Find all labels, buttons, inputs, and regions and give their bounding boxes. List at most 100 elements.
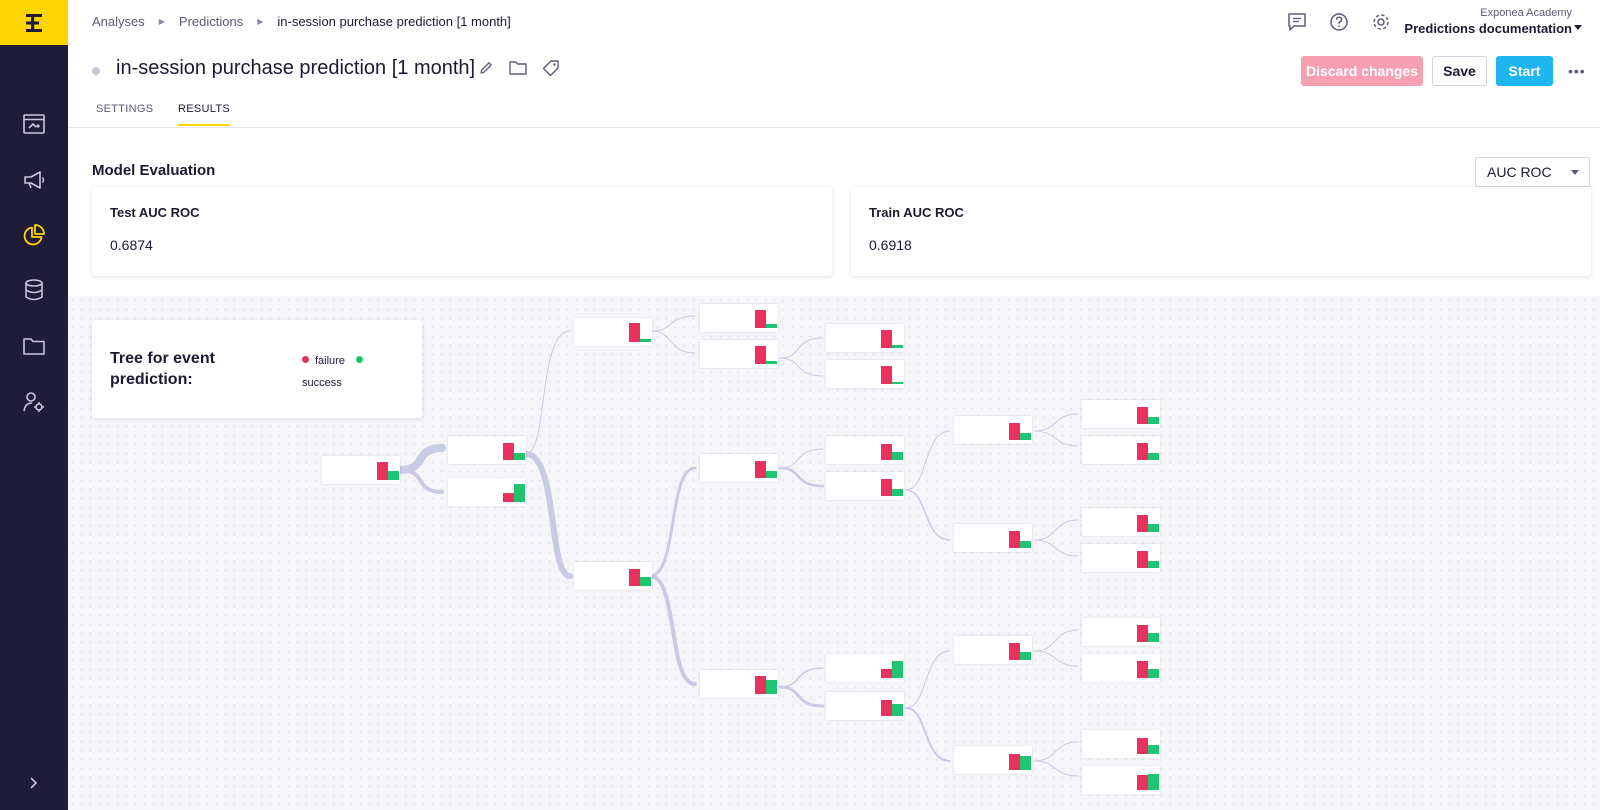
legend-failure: failure (315, 355, 345, 367)
tree-node[interactable] (826, 324, 904, 352)
tree-node[interactable] (1082, 618, 1160, 646)
folder-icon[interactable] (508, 59, 528, 82)
tree-link (1033, 760, 1079, 777)
tree-link (779, 357, 824, 377)
tree-node[interactable] (700, 670, 778, 698)
tree-node[interactable] (700, 304, 778, 332)
tree-node[interactable] (954, 636, 1032, 664)
tree-node[interactable] (1082, 544, 1160, 572)
nav-dashboards[interactable] (0, 104, 68, 144)
test-auc-card: Test AUC ROC 0.6874 (92, 187, 832, 276)
tree-node[interactable] (322, 456, 400, 484)
tree-node[interactable] (448, 478, 526, 506)
tree-link (651, 315, 696, 332)
decision-tree-canvas[interactable]: Tree for event prediction: failure succe… (68, 296, 1600, 810)
database-icon (25, 279, 43, 301)
discard-changes-button[interactable]: Discard changes (1301, 56, 1423, 86)
tree-link (648, 466, 697, 578)
tree-link (778, 685, 825, 708)
pie-chart-icon (23, 224, 45, 246)
tree-link (1033, 430, 1079, 447)
success-dot-icon (356, 356, 364, 363)
folder-icon (23, 338, 45, 355)
breadcrumb-predictions[interactable]: Predictions (179, 14, 243, 29)
logo-icon (26, 13, 42, 32)
tab-settings[interactable]: SETTINGS (96, 103, 153, 124)
chevron-right-icon (30, 777, 38, 789)
chevron-down-icon[interactable] (1574, 25, 1582, 30)
legend-success: success (302, 377, 342, 389)
tree-link (651, 330, 696, 354)
nav-customers[interactable] (0, 382, 68, 422)
tree-link (1033, 519, 1079, 541)
tree-link (779, 337, 824, 359)
tree-node[interactable] (1082, 654, 1160, 682)
tree-link (778, 466, 825, 488)
tree-legend-title: Tree for event prediction: (110, 350, 215, 388)
train-auc-card: Train AUC ROC 0.6918 (851, 187, 1591, 276)
nav-analyses[interactable] (0, 215, 68, 255)
start-button[interactable]: Start (1496, 56, 1553, 86)
status-dot (92, 67, 100, 75)
tree-node[interactable] (826, 360, 904, 388)
tree-node[interactable] (826, 436, 904, 464)
tree-link (1033, 741, 1079, 762)
tree-link (1033, 650, 1079, 667)
tree-node[interactable] (826, 692, 904, 720)
chat-icon[interactable] (1286, 11, 1308, 33)
tag-icon[interactable] (542, 59, 560, 82)
tree-node[interactable] (1082, 730, 1160, 758)
tree-node[interactable] (954, 524, 1032, 552)
tree-link (905, 430, 951, 491)
exponea-logo[interactable] (0, 0, 68, 45)
tree-link (905, 707, 951, 762)
breadcrumb: Analyses ▶ Predictions ▶ in-session purc… (92, 14, 511, 29)
tree-node[interactable] (1082, 508, 1160, 536)
tree-link (396, 444, 446, 474)
tree-link (905, 650, 951, 709)
tree-node[interactable] (1082, 400, 1160, 428)
tree-node[interactable] (700, 340, 778, 368)
megaphone-icon (24, 171, 45, 189)
tree-link (779, 667, 824, 688)
help-icon[interactable] (1328, 11, 1350, 33)
nav-data[interactable] (0, 270, 68, 310)
tree-link (1033, 629, 1079, 652)
title-actions (478, 59, 560, 82)
more-options-icon[interactable]: ••• (1568, 63, 1586, 79)
tree-node[interactable] (826, 472, 904, 500)
tree-node[interactable] (1082, 766, 1160, 794)
save-button[interactable]: Save (1432, 56, 1487, 86)
pencil-icon[interactable] (478, 60, 494, 81)
tree-node[interactable] (954, 416, 1032, 444)
tree-link (905, 489, 951, 541)
dashboard-icon (23, 114, 45, 134)
nav-campaigns[interactable] (0, 160, 68, 200)
top-icons (1286, 11, 1392, 33)
account-project: Predictions documentation (1404, 21, 1572, 36)
tree-node[interactable] (574, 562, 652, 590)
tree-link (1033, 539, 1079, 557)
tree-legend: failure success (302, 350, 412, 394)
tree-link (523, 451, 573, 579)
tab-results[interactable]: RESULTS (178, 103, 231, 126)
metric-select[interactable]: AUC ROC (1475, 157, 1590, 187)
tree-node[interactable] (1082, 436, 1160, 464)
tree-node[interactable] (826, 654, 904, 682)
expand-sidebar-button[interactable] (0, 768, 68, 798)
tree-link (648, 574, 697, 686)
metric-select-value: AUC ROC (1487, 164, 1552, 180)
test-auc-value: 0.6874 (110, 237, 153, 253)
tree-node[interactable] (954, 746, 1032, 774)
tree-link (1033, 413, 1079, 432)
nav-assets[interactable] (0, 326, 68, 366)
page-title: in-session purchase prediction [1 month] (116, 57, 476, 79)
tree-legend-card: Tree for event prediction: failure succe… (92, 320, 422, 418)
tree-node[interactable] (574, 318, 652, 346)
gear-icon[interactable] (1370, 11, 1392, 33)
account-switcher[interactable]: Exponea Academy Predictions documentatio… (1404, 7, 1572, 36)
tree-node[interactable] (448, 436, 526, 464)
breadcrumb-analyses[interactable]: Analyses (92, 14, 145, 29)
tree-node[interactable] (700, 454, 778, 482)
train-auc-value: 0.6918 (869, 237, 912, 253)
